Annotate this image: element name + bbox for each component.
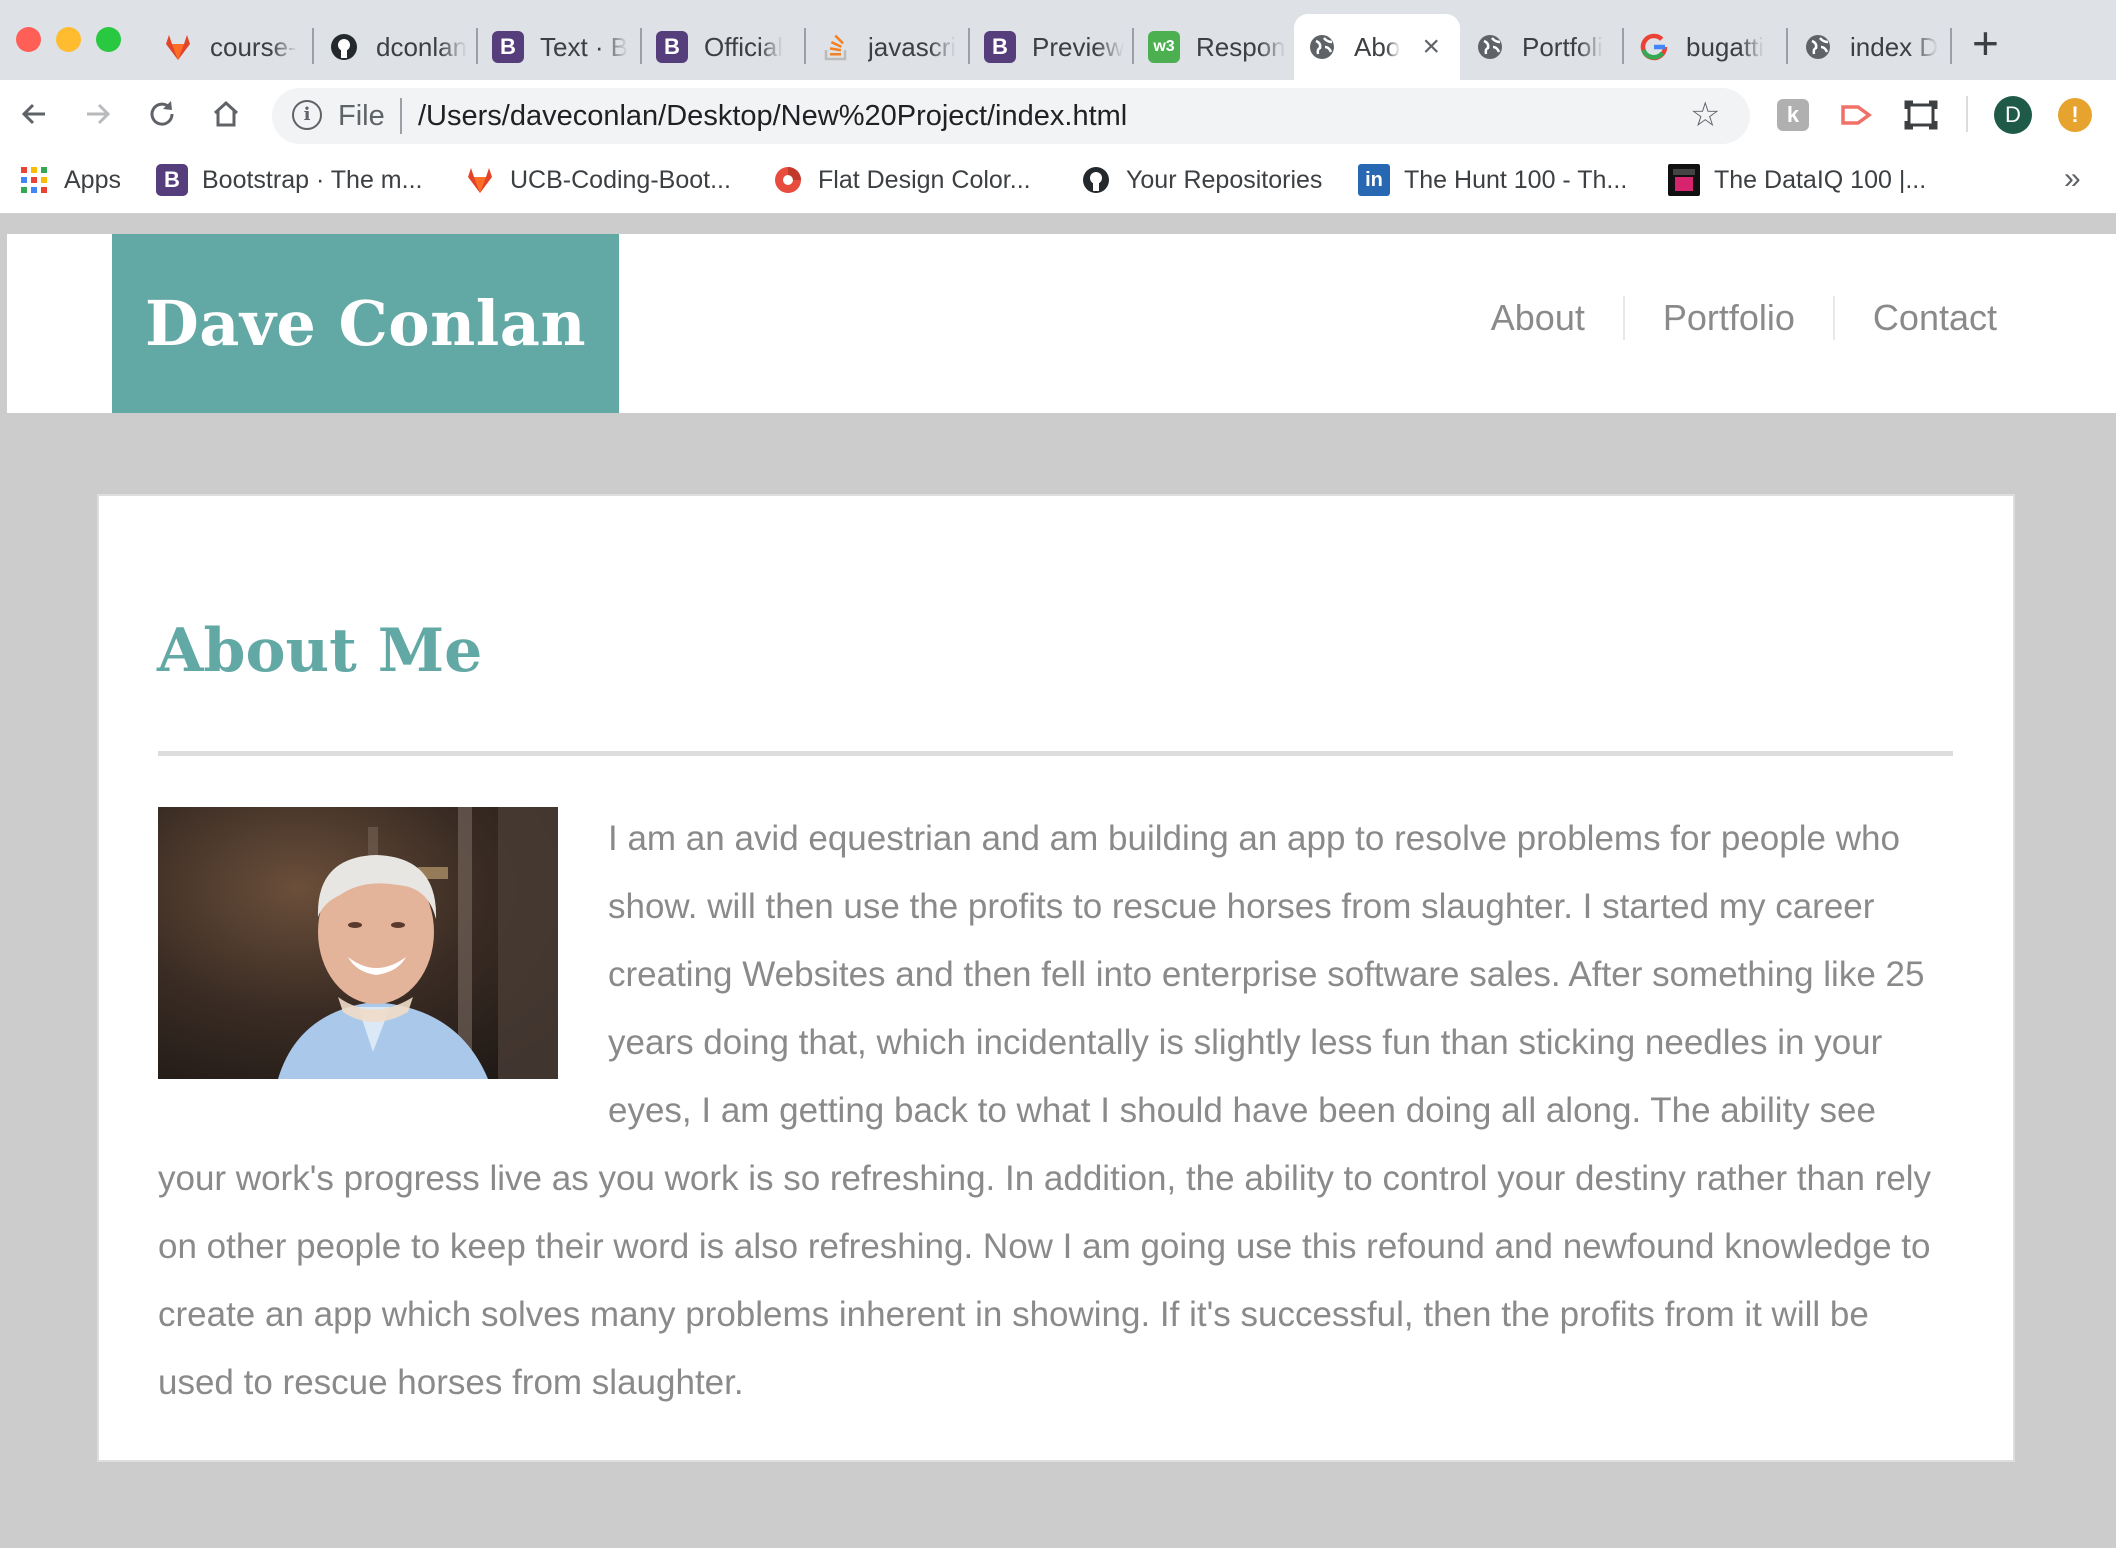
home-icon xyxy=(213,100,239,127)
google-icon xyxy=(1638,31,1670,63)
tab-title: Portfoli xyxy=(1522,31,1603,62)
window-zoom-button[interactable] xyxy=(96,27,121,52)
more-bookmarks-icon[interactable]: » xyxy=(2064,162,2081,196)
bookmark-label: Bootstrap · The m... xyxy=(202,165,423,194)
browser-tab[interactable]: index D xyxy=(1790,14,1948,80)
bookmark-hunt-100[interactable]: in The Hunt 100 - Th... xyxy=(1358,162,1627,198)
bookmark-label: Your Repositories xyxy=(1126,165,1323,194)
flat-design-icon xyxy=(772,164,804,196)
new-tab-button[interactable]: + xyxy=(1972,20,1999,66)
tab-title: Abo xyxy=(1354,31,1401,62)
update-alert-icon[interactable]: ! xyxy=(2058,98,2092,132)
bookmark-label: UCB-Coding-Boot... xyxy=(510,165,731,194)
tab-title: dconlan xyxy=(376,31,468,62)
browser-tab[interactable]: B Official xyxy=(644,14,802,80)
brand-logo[interactable]: Dave Conlan xyxy=(112,234,619,413)
url-scheme: File xyxy=(338,100,385,132)
bookmark-repositories[interactable]: Your Repositories xyxy=(1080,162,1322,198)
browser-tab[interactable]: Portfoli xyxy=(1462,14,1620,80)
tab-title: javascri xyxy=(868,31,957,62)
address-bar[interactable]: i File /Users/daveconlan/Desktop/New%20P… xyxy=(272,88,1750,144)
tab-title: Text · B xyxy=(540,31,629,62)
tab-title: Preview xyxy=(1032,31,1125,62)
browser-tab[interactable]: B Text · B xyxy=(480,14,638,80)
tab-title: Respon xyxy=(1196,31,1286,62)
bookmarks-bar: Apps B Bootstrap · The m... UCB-Coding-B… xyxy=(0,150,2116,214)
site-header: Dave Conlan About Portfolio Contact xyxy=(7,234,2116,413)
browser-tab[interactable]: javascri xyxy=(808,14,966,80)
bookmark-apps[interactable]: Apps xyxy=(18,162,121,198)
browser-tab[interactable]: w3 Respon xyxy=(1136,14,1294,80)
globe-icon xyxy=(1474,31,1506,63)
github-icon xyxy=(328,31,360,63)
page-title: About Me xyxy=(157,616,483,686)
bookmark-label: Apps xyxy=(64,165,121,194)
browser-toolbar: i File /Users/daveconlan/Desktop/New%20P… xyxy=(0,80,2116,150)
bookmark-label: The DataIQ 100 |... xyxy=(1714,165,1927,194)
browser-tab[interactable]: B Preview xyxy=(972,14,1130,80)
nav-portfolio-link[interactable]: Portfolio xyxy=(1622,296,1833,340)
bootstrap-icon: B xyxy=(492,31,524,63)
page-viewport: Dave Conlan About Portfolio Contact Abou… xyxy=(0,215,2116,1548)
globe-icon xyxy=(1306,31,1338,63)
url-text[interactable]: /Users/daveconlan/Desktop/New%20Project/… xyxy=(418,100,1127,133)
close-tab-icon[interactable]: × xyxy=(1422,32,1440,62)
window-close-button[interactable] xyxy=(16,27,41,52)
browser-tab[interactable]: course- xyxy=(150,14,308,80)
info-icon[interactable]: i xyxy=(292,100,322,130)
browser-tab[interactable]: bugatti xyxy=(1626,14,1784,80)
home-button[interactable] xyxy=(206,94,246,134)
reload-icon xyxy=(150,101,174,126)
bookmark-label: Flat Design Color... xyxy=(818,165,1031,194)
browser-tab-active[interactable]: Abo × xyxy=(1294,14,1460,80)
bootstrap-icon: B xyxy=(156,164,188,196)
bookmark-dataiq[interactable]: The DataIQ 100 |... xyxy=(1668,162,1926,198)
site-nav: About Portfolio Contact xyxy=(1453,296,1997,340)
back-arrow-icon xyxy=(21,103,45,125)
about-card: About Me I am an avid equestrian and am … xyxy=(97,494,2015,1462)
gitlab-icon xyxy=(464,164,496,196)
gitlab-icon xyxy=(162,31,194,63)
bookmark-label: The Hunt 100 - Th... xyxy=(1404,165,1628,194)
reload-button[interactable] xyxy=(142,94,182,134)
profile-avatar[interactable]: D xyxy=(1994,96,2032,134)
tab-title: bugatti xyxy=(1686,31,1765,62)
stackoverflow-icon xyxy=(820,31,852,63)
bootstrap-icon: B xyxy=(984,31,1016,63)
screen-capture-icon[interactable] xyxy=(1904,98,1938,132)
extension-k-icon[interactable]: k xyxy=(1776,98,1810,132)
bootstrap-icon: B xyxy=(656,31,688,63)
globe-icon xyxy=(1802,31,1834,63)
bookmark-star-icon[interactable]: ☆ xyxy=(1690,96,1720,134)
bookmark-flat-design[interactable]: Flat Design Color... xyxy=(772,162,1031,198)
bookmark-ucb-coding[interactable]: UCB-Coding-Boot... xyxy=(464,162,731,198)
extension-arrow-icon[interactable] xyxy=(1840,98,1874,132)
tab-title: course- xyxy=(210,31,297,62)
w3schools-icon: w3 xyxy=(1148,31,1180,63)
forward-button[interactable] xyxy=(78,94,118,134)
nav-contact-link[interactable]: Contact xyxy=(1832,296,1997,340)
tab-title: index D xyxy=(1850,31,1939,62)
tab-title: Official xyxy=(704,31,783,62)
nav-about-link[interactable]: About xyxy=(1453,296,1623,340)
browser-tab[interactable]: dconlan xyxy=(316,14,474,80)
bookmark-bootstrap[interactable]: B Bootstrap · The m... xyxy=(156,162,422,198)
apps-grid-icon xyxy=(18,164,50,196)
github-icon xyxy=(1080,164,1112,196)
window-minimize-button[interactable] xyxy=(56,27,81,52)
profile-photo xyxy=(158,807,558,1079)
dataiq-icon xyxy=(1668,164,1700,196)
about-content: I am an avid equestrian and am building … xyxy=(158,805,1953,1417)
divider xyxy=(158,751,1953,756)
forward-arrow-icon xyxy=(87,103,111,125)
tab-strip: course- dconlan B Text · B B Official ja… xyxy=(0,0,2116,80)
linkedin-icon: in xyxy=(1358,164,1390,196)
back-button[interactable] xyxy=(14,94,54,134)
